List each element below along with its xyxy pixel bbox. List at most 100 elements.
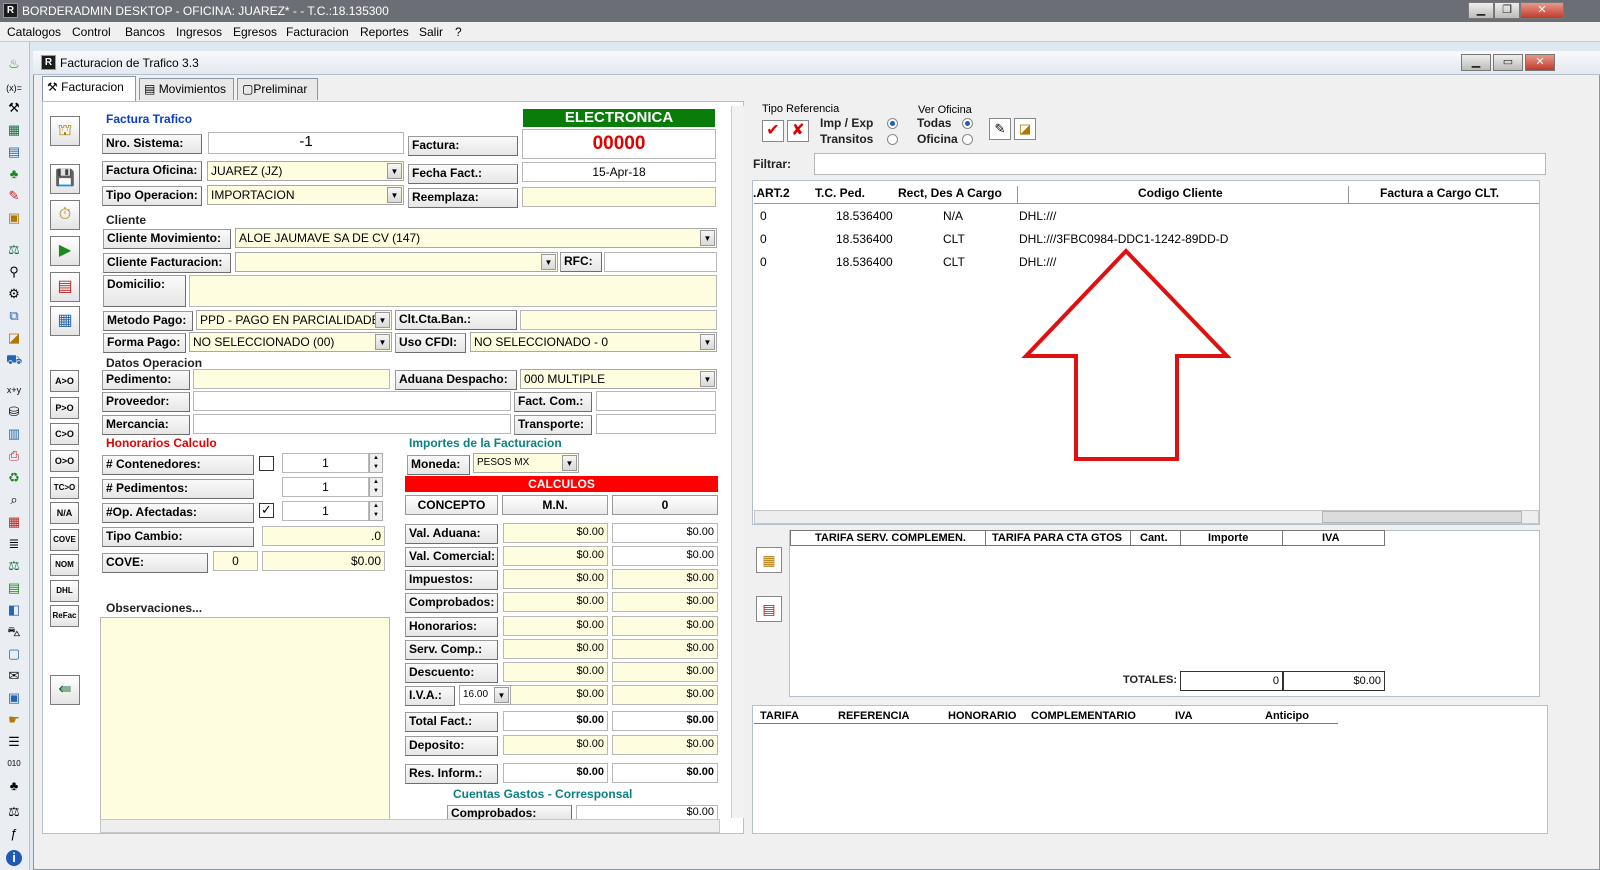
menu-salir[interactable]: Salir [419, 25, 443, 39]
grid-add-icon[interactable]: ▦ [756, 547, 782, 573]
rfc-field[interactable] [604, 252, 717, 272]
table-icon[interactable]: ▦ [6, 514, 22, 530]
observaciones-field[interactable] [100, 617, 390, 820]
notepad-icon[interactable]: ✎ [989, 118, 1011, 140]
contenedores-checkbox[interactable] [259, 456, 274, 471]
gear-icon[interactable]: ⚙ [6, 286, 22, 302]
serv-comp-other-field[interactable]: $0.00 [612, 639, 718, 659]
honorarios-other-field[interactable]: $0.00 [612, 616, 718, 636]
iva-mn-field[interactable]: $0.00 [503, 685, 608, 705]
col-honorario[interactable]: HONORARIO [948, 710, 1016, 722]
grid-delete-icon[interactable]: ▤ [756, 596, 782, 622]
val-aduana-mn-field[interactable]: $0.00 [503, 523, 608, 543]
invoice-button[interactable]: ▤ [50, 272, 80, 302]
factura-oficina-dropdown[interactable]: JUAREZ (JZ) ▼ [207, 161, 404, 181]
window-maximize-button[interactable]: ▭ [1493, 54, 1523, 71]
cliente-movimiento-dropdown[interactable]: ALOE JAUMAVE SA DE CV (147) ▼ [235, 228, 717, 248]
menu-bancos[interactable]: Bancos [125, 25, 165, 39]
o-to-o-button[interactable]: O>O [50, 450, 79, 472]
info-icon[interactable]: i [6, 850, 22, 866]
hand-icon[interactable]: ☛ [6, 712, 22, 728]
form-horizontal-scrollbar[interactable] [100, 819, 720, 833]
menu-catalogos[interactable]: Catalogos [7, 25, 61, 39]
fact-com-field[interactable] [596, 391, 716, 411]
package-icon[interactable]: ◧ [6, 602, 22, 618]
deposito-other-field[interactable]: $0.00 [612, 735, 718, 755]
search-doc-icon[interactable]: ⌕ [6, 492, 22, 508]
grid-icon[interactable]: ▦ [6, 122, 22, 138]
menu-reportes[interactable]: Reportes [360, 25, 409, 39]
pedimentos-field[interactable]: 1 [282, 477, 369, 497]
contenedores-field[interactable]: 1 [282, 453, 369, 473]
col-iva[interactable]: IVA [1322, 532, 1340, 544]
metodo-pago-dropdown[interactable]: PPD - PAGO EN PARCIALIDADES ▼ [196, 310, 392, 330]
menu-ingresos[interactable]: Ingresos [176, 25, 222, 39]
maximize-button[interactable]: ❐ [1494, 2, 1520, 19]
stopwatch-button[interactable]: ⏱ [50, 200, 80, 230]
c-to-o-button[interactable]: C>O [50, 423, 79, 445]
impuestos-other-field[interactable]: $0.00 [612, 569, 718, 589]
val-comercial-other-field[interactable]: $0.00 [612, 546, 718, 566]
oficina-radio[interactable] [962, 134, 973, 145]
col-importe[interactable]: Importe [1208, 532, 1248, 544]
menu-egresos[interactable]: Egresos [233, 25, 277, 39]
tipo-operacion-dropdown[interactable]: IMPORTACION ▼ [207, 185, 404, 205]
menu-help[interactable]: ? [455, 25, 462, 39]
minimize-button[interactable]: ▁ [1468, 2, 1494, 19]
pedimento-field[interactable] [193, 369, 390, 389]
col-factura-cargo[interactable]: Factura a Cargo CLT. [1380, 186, 1499, 200]
window-close-button[interactable]: ✕ [1525, 54, 1555, 71]
col-anticipo[interactable]: Anticipo [1265, 710, 1309, 722]
tab-preliminar[interactable]: ▢Preliminar [237, 78, 318, 100]
table-button[interactable]: ▦ [50, 306, 80, 336]
money-bag-icon[interactable]: ♨ [6, 56, 22, 72]
tab-facturacion[interactable]: ⚒ Facturacion [42, 76, 136, 101]
iva-rate-dropdown[interactable]: 16.00 ▼ [459, 685, 511, 705]
factura-number[interactable]: 00000 [522, 129, 716, 159]
val-comercial-mn-field[interactable]: $0.00 [503, 546, 608, 566]
pedimentos-stepper[interactable]: ▲ ▼ [369, 477, 383, 497]
exit-door-button[interactable]: ⇚ [50, 675, 80, 705]
col-tarifa-cta[interactable]: TARIFA PARA CTA GTOS [992, 532, 1122, 544]
res-inform-mn-field[interactable]: $0.00 [503, 763, 608, 783]
nom-button[interactable]: NOM [50, 554, 79, 576]
fecha-fact-field[interactable]: 15-Apr-18 [522, 162, 716, 182]
mercancia-field[interactable] [193, 414, 511, 434]
binary-icon[interactable]: 010 [6, 756, 22, 772]
transporte-field[interactable] [596, 414, 716, 434]
honorarios-mn-field[interactable]: $0.00 [503, 616, 608, 636]
col-iva-bottom[interactable]: IVA [1175, 710, 1193, 722]
p-to-o-button[interactable]: P>O [50, 397, 79, 419]
moneda-dropdown[interactable]: PESOS MX ▼ [473, 453, 579, 473]
descuento-mn-field[interactable]: $0.00 [503, 662, 608, 682]
calc-icon[interactable]: ▣ [6, 210, 22, 226]
comprobados-mn-field[interactable]: $0.00 [503, 592, 608, 612]
col-tc-ped[interactable]: T.C. Ped. [815, 186, 865, 200]
save-button[interactable]: 💾 [50, 164, 80, 194]
tipo-cambio-field[interactable]: .0 [262, 526, 385, 546]
op-afectadas-checkbox[interactable]: ✓ [259, 503, 274, 518]
stack-icon[interactable]: ☰ [6, 734, 22, 750]
col-codigo-cliente[interactable]: Codigo Cliente [1138, 186, 1223, 200]
list-icon[interactable]: ≣ [6, 536, 22, 552]
domicilio-field[interactable] [189, 275, 717, 307]
wrench-icon[interactable]: ⚲ [6, 264, 22, 280]
file-icon[interactable]: ▢ [6, 646, 22, 662]
menu-facturacion[interactable]: Facturacion [286, 25, 349, 39]
tc-to-o-button[interactable]: TC>O [50, 477, 79, 499]
imp-exp-radio[interactable] [887, 118, 898, 129]
val-aduana-other-field[interactable]: $0.00 [612, 523, 718, 543]
proveedor-field[interactable] [193, 391, 511, 411]
serv-comp-mn-field[interactable]: $0.00 [503, 639, 608, 659]
form-vertical-scrollbar[interactable] [731, 106, 744, 818]
formula-icon[interactable]: (x)= [6, 80, 22, 96]
forma-pago-dropdown[interactable]: NO SELECCIONADO (00) ▼ [189, 332, 392, 352]
deposito-mn-field[interactable]: $0.00 [503, 735, 608, 755]
copy-icon[interactable]: ⧉ [6, 308, 22, 324]
uso-cfdi-dropdown[interactable]: NO SELECCIONADO - 0 ▼ [470, 332, 717, 352]
filtrar-input[interactable] [814, 153, 1546, 175]
x-red-icon[interactable]: ✘ [787, 120, 809, 142]
printer-icon[interactable]: ⎙ [6, 448, 22, 464]
cove-amount-field[interactable]: $0.00 [262, 551, 385, 571]
comprobados-other-field[interactable]: $0.00 [612, 592, 718, 612]
